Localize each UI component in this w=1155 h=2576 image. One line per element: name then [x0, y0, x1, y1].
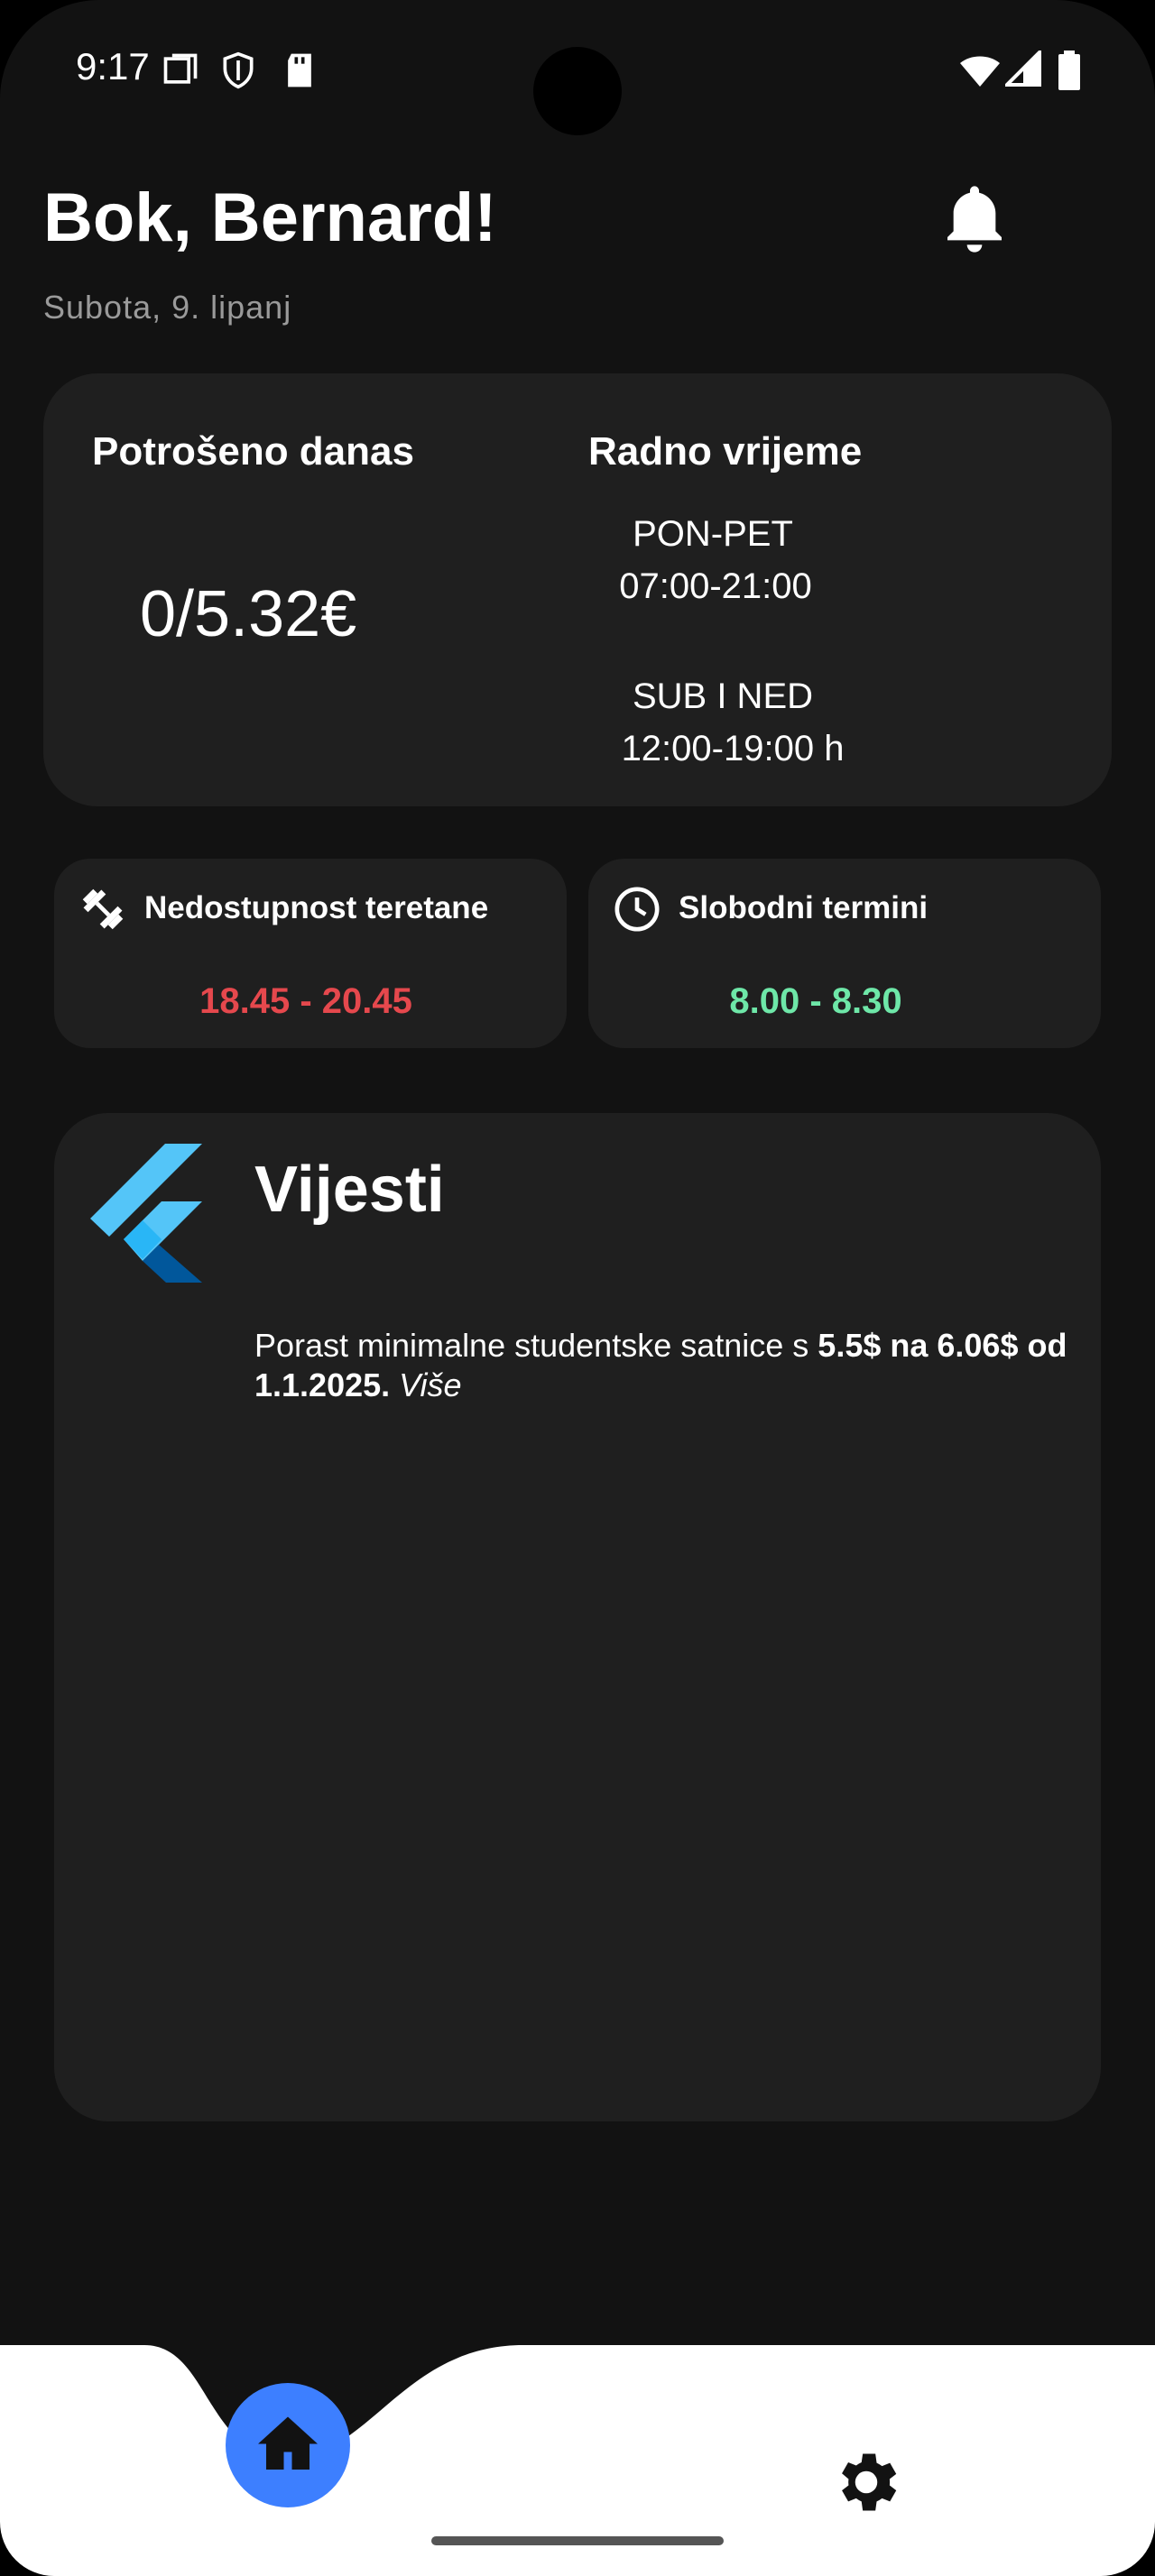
- current-date: Subota, 9. lipanj: [43, 289, 292, 326]
- sd-card-icon: [288, 53, 311, 87]
- working-hours-title: Radno vrijeme: [588, 429, 863, 474]
- home-button[interactable]: [226, 2383, 350, 2507]
- flutter-logo-icon: [90, 1144, 202, 1283]
- news-more-link[interactable]: Više: [399, 1366, 461, 1403]
- status-bar: 9:17: [0, 0, 1155, 135]
- greeting-title: Bok, Bernard!: [43, 179, 497, 256]
- wifi-icon: [960, 56, 1000, 87]
- battery-icon: [1058, 51, 1080, 90]
- gym-unavailability-title: Nedostupnost teretane: [144, 890, 489, 925]
- spent-today-title: Potrošeno danas: [92, 429, 414, 474]
- free-slots-value: 8.00 - 8.30: [729, 981, 902, 1021]
- home-indicator[interactable]: [431, 2536, 724, 2545]
- clock-icon: [614, 887, 660, 932]
- news-text: Porast minimalne studentske satnice s 5.…: [254, 1326, 1085, 1405]
- gear-icon[interactable]: [828, 2444, 904, 2520]
- weekend-label: SUB I NED: [632, 676, 814, 716]
- camera-cutout: [533, 47, 622, 135]
- phone-screen: 9:17 Bok, Bernard! Subota, 9. lipanj Pot…: [0, 0, 1155, 2576]
- screen-record-icon: [163, 53, 198, 84]
- home-icon: [258, 2416, 318, 2470]
- signal-icon: [1005, 51, 1041, 87]
- gym-unavailability-value: 18.45 - 20.45: [199, 981, 412, 1021]
- fitness-icon: [82, 888, 124, 930]
- weekend-hours: 12:00-19:00 h: [621, 729, 845, 768]
- weekday-label: PON-PET: [633, 514, 793, 554]
- shield-icon: [223, 51, 254, 89]
- news-card: [54, 1113, 1101, 2121]
- news-text-plain: Porast minimalne studentske satnice s: [254, 1327, 818, 1364]
- status-time: 9:17: [76, 45, 150, 87]
- bell-icon[interactable]: [938, 179, 1011, 260]
- free-slots-title: Slobodni termini: [679, 890, 929, 925]
- news-title: Vijesti: [254, 1154, 445, 1226]
- weekday-hours: 07:00-21:00: [619, 566, 812, 606]
- spent-today-value: 0/5.32€: [140, 578, 357, 650]
